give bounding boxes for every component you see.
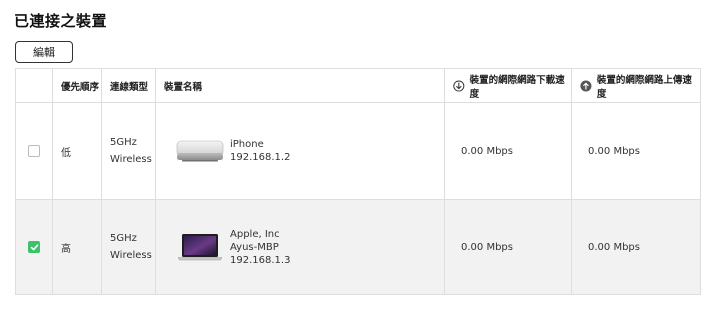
download-arrow-icon [453, 79, 465, 92]
device-ip: 192.168.1.2 [230, 152, 291, 163]
upload-speed: 0.00 Mbps [571, 102, 701, 200]
select-cell [15, 199, 53, 295]
table-row[interactable]: 高 5GHz Wireless Apple, Inc Ayus-MBP 192.… [15, 199, 701, 295]
device-ip: 192.168.1.3 [230, 254, 291, 266]
download-speed: 0.00 Mbps [444, 102, 572, 200]
devices-table: 優先順序 連線類型 裝置名稱 裝置的網際網路下載速度 裝置的網際網路上傳速度 低… [15, 68, 701, 295]
checkmark-icon [30, 243, 38, 250]
table-header-row: 優先順序 連線類型 裝置名稱 裝置的網際網路下載速度 裝置的網際網路上傳速度 [15, 68, 701, 103]
mac-mini-icon [176, 140, 224, 162]
device-name-cell: Apple, Inc Ayus-MBP 192.168.1.3 [155, 199, 445, 295]
download-speed: 0.00 Mbps [444, 199, 572, 295]
priority-cell: 高 [52, 199, 102, 295]
connection-band: 5GHz [110, 137, 137, 148]
connection-cell: 5GHz Wireless [101, 199, 156, 295]
col-priority[interactable]: 優先順序 [52, 68, 102, 103]
col-download-label: 裝置的網際網路下載速度 [469, 74, 565, 100]
macbook-pro-icon [177, 234, 223, 261]
device-name-cell: iPhone 192.168.1.2 [155, 102, 445, 200]
connection-type: Wireless [110, 250, 152, 261]
connection-band: 5GHz [110, 233, 137, 244]
col-upload[interactable]: 裝置的網際網路上傳速度 [571, 68, 701, 103]
col-download[interactable]: 裝置的網際網路下載速度 [444, 68, 572, 103]
col-upload-label: 裝置的網際網路上傳速度 [596, 74, 692, 100]
select-cell [15, 102, 53, 200]
priority-cell: 低 [52, 102, 102, 200]
connection-type: Wireless [110, 154, 152, 165]
row-checkbox[interactable] [28, 145, 40, 157]
page-title: 已連接之裝置 [14, 12, 108, 30]
upload-speed: 0.00 Mbps [571, 199, 701, 295]
upload-arrow-icon [580, 79, 592, 92]
col-device-name[interactable]: 裝置名稱 [155, 68, 445, 103]
col-select [15, 68, 53, 103]
connection-cell: 5GHz Wireless [101, 102, 156, 200]
row-checkbox[interactable] [28, 241, 40, 253]
device-name: iPhone [230, 139, 264, 150]
table-row[interactable]: 低 5GHz Wireless iPhone 192.168.1.2 0.00 … [15, 102, 701, 200]
col-connection[interactable]: 連線類型 [101, 68, 156, 103]
edit-button[interactable]: 編輯 [15, 41, 73, 63]
device-name: Ayus-MBP [230, 241, 279, 253]
device-vendor: Apple, Inc [230, 228, 280, 240]
